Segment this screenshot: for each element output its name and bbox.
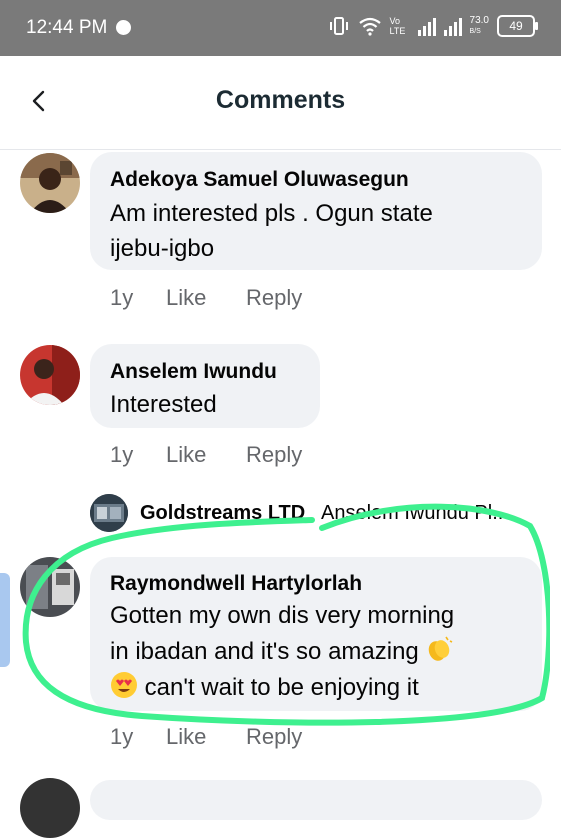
comment-author[interactable]: Anselem Iwundu [110,360,277,384]
notification-dot-icon [116,20,131,35]
like-button[interactable]: Like [166,724,246,750]
reply-author: Goldstreams LTD [140,502,306,524]
reply-button[interactable]: Reply [246,724,302,750]
comment-text: can't wait to be enjoying it [144,674,419,701]
reply-text: Anselem Iwundu Pl... [321,502,509,524]
signal-icon-2 [443,16,462,36]
volte-label: Vo LTE [389,16,406,36]
reply-button[interactable]: Reply [246,442,302,468]
clapping-hands-icon [429,636,453,661]
like-button[interactable]: Like [166,442,246,468]
comment-text: Gotten my own dis very morning [110,602,455,629]
net-speed-unit: B/S [469,28,481,35]
signal-icon-1 [417,16,436,36]
comment-actions: 1y Like Reply [110,285,302,311]
vibrate-icon [329,17,348,35]
avatar[interactable] [20,778,80,838]
comment-author[interactable]: Adekoya Samuel Oluwasegun [110,168,409,192]
side-edge-tab[interactable] [0,573,10,667]
comment-text: Am interested pls . Ogun state [110,200,433,227]
top-bar: Comments [0,56,561,150]
status-time: 12:44 PM [26,17,108,38]
comment-actions: 1y Like Reply [110,724,302,750]
avatar[interactable] [20,153,80,213]
net-speed-value: 73.0 [469,15,489,26]
like-button[interactable]: Like [166,285,246,311]
heart-eyes-icon [111,672,137,698]
battery-level: 49 [509,19,523,33]
avatar[interactable] [20,557,80,617]
avatar[interactable] [20,345,80,405]
status-icons: Vo LTE 73.0 B/S 49 [328,15,538,37]
battery-icon: 49 [497,15,538,37]
comment-time: 1y [110,724,134,749]
comment-time: 1y [110,285,134,310]
comment-text: Interested [110,391,217,418]
comment-text: in ibadan and it's so amazing [110,638,419,665]
comment-text-line: can't wait to be enjoying it [110,670,419,706]
reply-avatar [90,494,128,532]
comment-actions: 1y Like Reply [110,442,302,468]
page-title: Comments [215,86,346,114]
status-bar: 12:44 PM Vo LTE 73.0 B/S 49 [0,0,561,56]
reply-preview[interactable]: Goldstreams LTD Anselem Iwundu Pl... [90,494,550,534]
wifi-icon [358,17,381,36]
comment-bubble[interactable] [90,780,542,820]
comment-text-line: in ibadan and it's so amazing [110,634,453,670]
comment-time: 1y [110,442,134,467]
comment-text: ijebu-igbo [110,235,215,262]
reply-button[interactable]: Reply [246,285,302,311]
comment-author[interactable]: Raymondwell Hartylorlah [110,572,362,596]
net-speed: 73.0 B/S [470,15,489,37]
